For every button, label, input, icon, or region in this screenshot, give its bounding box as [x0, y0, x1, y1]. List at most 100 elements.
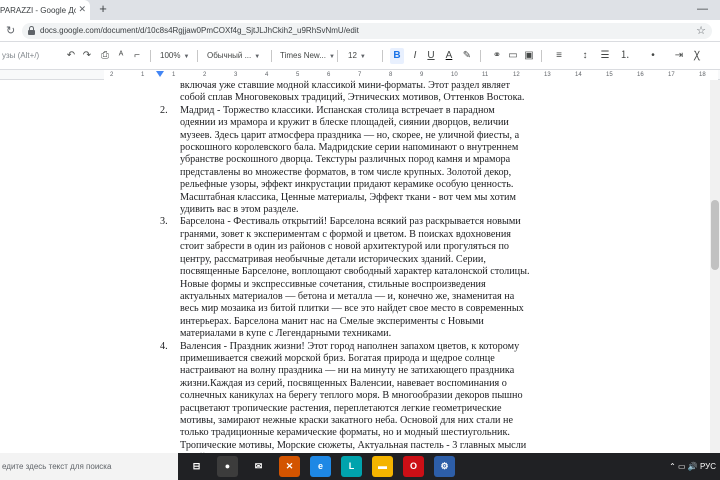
- minimize-icon[interactable]: —: [697, 3, 708, 15]
- taskbar-app-blue-icon[interactable]: ⚙: [434, 456, 455, 477]
- text-line: солнечных каникулах на берегу теплого мо…: [180, 390, 523, 402]
- numbered-list-icon[interactable]: ⒈: [618, 48, 632, 64]
- undo-icon[interactable]: ↶: [64, 48, 78, 64]
- font-select[interactable]: Times New... ▼: [280, 49, 335, 63]
- line-spacing-icon[interactable]: ↕: [578, 48, 592, 64]
- chevron-down-icon: ▼: [183, 54, 190, 60]
- ruler-number: 1: [141, 72, 145, 78]
- reload-icon[interactable]: ↻: [6, 24, 15, 37]
- list-item-number: 3.: [160, 216, 168, 228]
- bulleted-list-icon[interactable]: •: [646, 48, 660, 64]
- taskbar-opera-icon[interactable]: O: [403, 456, 424, 477]
- toolbar-divider: [150, 50, 151, 62]
- taskbar-browser-e-icon[interactable]: e: [310, 456, 331, 477]
- zoom-value: 100%: [160, 51, 181, 60]
- style-select[interactable]: Обычный ... ▼: [207, 49, 260, 63]
- text-line: музеев. Здесь царит атмосфера праздника …: [180, 129, 520, 141]
- close-icon[interactable]: ✕: [78, 4, 86, 15]
- image-icon[interactable]: ▣: [522, 48, 536, 64]
- font-size-select[interactable]: 12 ▼: [348, 49, 366, 63]
- ruler-number: 4: [265, 72, 269, 78]
- checklist-icon[interactable]: ☰: [598, 48, 612, 64]
- document-canvas[interactable]: включая уже ставшие модной классикой мин…: [0, 80, 720, 453]
- text-line: Масштабная классика, Ценные материалы, Э…: [180, 191, 516, 203]
- toolbar-divider: [541, 50, 542, 62]
- text-line: Валенсия - Праздник жизни! Этот город на…: [180, 340, 520, 352]
- ruler-number: 12: [513, 72, 520, 78]
- link-icon[interactable]: ⚭: [490, 48, 504, 64]
- document-text: включая уже ставшие модной классикой мин…: [160, 80, 532, 453]
- new-tab-button[interactable]: +: [96, 2, 110, 16]
- indent-icon[interactable]: ⇥: [672, 48, 686, 64]
- ruler-number: 11: [482, 72, 489, 78]
- star-icon[interactable]: ☆: [696, 24, 706, 37]
- ruler-number: 18: [699, 72, 706, 78]
- menu-search-input[interactable]: узы (Alt+/): [0, 47, 54, 65]
- text-line: весь мир мозаика из битой плитки — все э…: [180, 303, 524, 315]
- text-color-button[interactable]: A: [442, 48, 456, 64]
- docs-toolbar: узы (Alt+/) ↶ ↷ ⎙ ᴬ ⌐ 100% ▼ Обычный ... ▼…: [0, 42, 720, 70]
- taskbar-task-view-icon[interactable]: ⊟: [186, 456, 207, 477]
- redo-icon[interactable]: ↷: [80, 48, 94, 64]
- toolbar-divider: [337, 50, 338, 62]
- text-line: мотивы, замирают нежные краски закатного…: [180, 414, 514, 426]
- underline-button[interactable]: U: [424, 48, 438, 64]
- windows-taskbar: едите здесь текст для поиска ⊟ ● ✉ ✕ e L ▬ O ⚙ ⌃…: [0, 453, 720, 480]
- url-field[interactable]: docs.google.com/document/d/10c8s4Rgjjaw0…: [22, 23, 712, 39]
- ruler: 2 1 1 2 3 4 5 6 7 8 9 10 11 12 13 14 15 16 17 18: [0, 70, 720, 80]
- font-value: Times New...: [280, 51, 326, 60]
- comment-icon[interactable]: ▭: [506, 48, 520, 64]
- align-icon[interactable]: ≡: [552, 48, 566, 64]
- text-line: представлены во множестве форматов, в то…: [180, 166, 512, 178]
- tray-icons[interactable]: ⌃ ▭ 🔊: [669, 462, 700, 471]
- ruler-number: 2: [110, 72, 114, 78]
- bold-button[interactable]: B: [390, 48, 404, 64]
- toolbar-divider: [271, 50, 272, 62]
- style-value: Обычный ...: [207, 51, 252, 60]
- address-bar: ↻ docs.google.com/document/d/10c8s4Rgjja…: [0, 20, 720, 42]
- print-icon[interactable]: ⎙: [98, 48, 112, 64]
- text-line: примешивается свежий морской бриз. Богат…: [180, 352, 495, 364]
- taskbar-mail-icon[interactable]: ✉: [248, 456, 269, 477]
- ruler-number: 1: [172, 72, 176, 78]
- taskbar-tool-icon[interactable]: ✕: [279, 456, 300, 477]
- ruler-number: 6: [327, 72, 331, 78]
- ruler-number: 3: [234, 72, 238, 78]
- text-line: Тропические мотивы, Морские сюжеты, Акту…: [180, 439, 527, 451]
- text-line: удивить вас в этом разделе.: [180, 204, 299, 216]
- ruler-number: 17: [668, 72, 675, 78]
- taskbar-folder-icon[interactable]: ▬: [372, 456, 393, 477]
- text-line: центру, рассматривая необычные детали ис…: [180, 253, 486, 265]
- browser-tab-strip: PARAZZI - Google Доки ✕ + —: [0, 0, 720, 20]
- taskbar-app-l-icon[interactable]: L: [341, 456, 362, 477]
- scrollbar-thumb[interactable]: [711, 200, 719, 270]
- ruler-number: 10: [451, 72, 458, 78]
- taskbar-search-input[interactable]: едите здесь текст для поиска: [0, 453, 178, 480]
- chevron-down-icon: ▼: [254, 54, 261, 60]
- highlight-icon[interactable]: ✎: [460, 48, 474, 64]
- taskbar-chrome-icon[interactable]: ●: [217, 456, 238, 477]
- clear-format-icon[interactable]: Ꭓ: [690, 48, 704, 64]
- italic-button[interactable]: I: [408, 48, 422, 64]
- list-item: 2. Мадрид - Торжество классики. Испанская…: [160, 105, 532, 217]
- language-indicator[interactable]: РУС: [700, 462, 716, 471]
- tab-title: PARAZZI - Google Доки: [0, 5, 76, 15]
- text-line: гранями, зовет к экспериментам с формой …: [180, 228, 511, 240]
- text-line: Мадрид - Торжество классики. Испанская с…: [180, 104, 495, 116]
- text-line: посвященные Барселоне, воплощают свободн…: [180, 266, 530, 278]
- browser-tab[interactable]: PARAZZI - Google Доки ✕: [0, 0, 90, 20]
- spellcheck-icon[interactable]: ᴬ: [114, 48, 128, 64]
- list-item-number: 4.: [160, 340, 168, 352]
- text-line: материалами в купе с Легендарными техник…: [180, 328, 392, 340]
- text-line: включая уже ставшие модной классикой мин…: [180, 80, 510, 91]
- chevron-down-icon: ▼: [328, 54, 335, 60]
- toolbar-divider: [480, 50, 481, 62]
- zoom-select[interactable]: 100% ▼: [160, 49, 189, 63]
- indent-marker[interactable]: [156, 71, 164, 77]
- paint-format-icon[interactable]: ⌐: [130, 48, 144, 64]
- ruler-number: 7: [358, 72, 362, 78]
- text-line: стоит забрести в один из районов с новой…: [180, 241, 509, 253]
- text-line: рельефные узоры, эффект инкрустации прид…: [180, 179, 514, 191]
- scrollbar[interactable]: [710, 80, 720, 453]
- list-item: 3. Барселона - Фестиваль открытий! Барсел…: [160, 216, 532, 340]
